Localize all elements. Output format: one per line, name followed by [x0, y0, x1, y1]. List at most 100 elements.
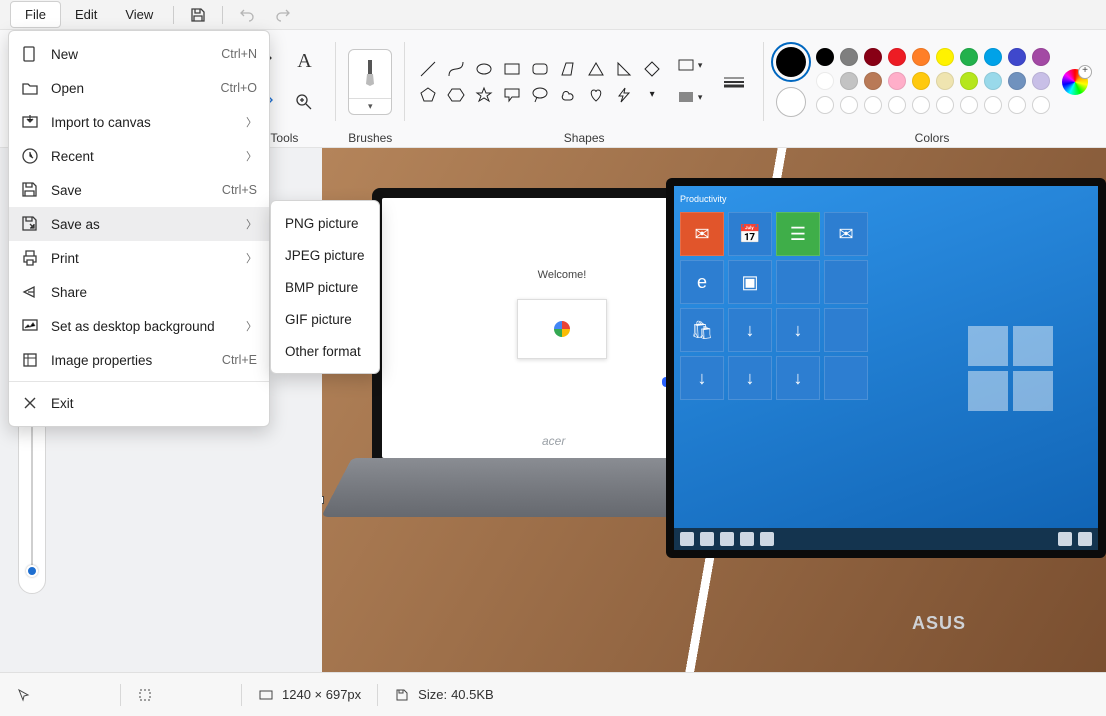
- color-swatch-empty[interactable]: [864, 96, 882, 114]
- color-swatch[interactable]: [984, 72, 1002, 90]
- shape-diamond[interactable]: [641, 58, 663, 80]
- shape-callout-rect[interactable]: [501, 84, 523, 106]
- color-swatch[interactable]: [816, 48, 834, 66]
- shape-right-triangle[interactable]: [613, 58, 635, 80]
- color-2-swatch[interactable]: [776, 87, 806, 117]
- shape-hexagon[interactable]: [445, 84, 467, 106]
- color-swatch-empty[interactable]: [912, 96, 930, 114]
- color-swatch[interactable]: [984, 48, 1002, 66]
- shape-star[interactable]: [473, 84, 495, 106]
- color-swatch[interactable]: [840, 72, 858, 90]
- menu-file[interactable]: File: [10, 1, 61, 28]
- redo-button[interactable]: [265, 2, 301, 28]
- color-swatch[interactable]: [816, 72, 834, 90]
- file-menu-item-save-as[interactable]: Save as〉: [9, 207, 269, 241]
- file-menu-item-new[interactable]: NewCtrl+N: [9, 37, 269, 71]
- magnifier-tool[interactable]: [285, 83, 323, 121]
- color-swatch[interactable]: [864, 72, 882, 90]
- shape-polygon[interactable]: [557, 58, 579, 80]
- color-swatch[interactable]: [960, 72, 978, 90]
- saveas-option-gif-picture[interactable]: GIF picture: [271, 303, 379, 335]
- color-swatch[interactable]: [1008, 72, 1026, 90]
- saveas-option-png-picture[interactable]: PNG picture: [271, 207, 379, 239]
- text-tool[interactable]: A: [285, 43, 323, 81]
- color-swatch-empty[interactable]: [936, 96, 954, 114]
- zoom-slider-knob[interactable]: [26, 565, 38, 577]
- saveas-option-bmp-picture[interactable]: BMP picture: [271, 271, 379, 303]
- file-menu-item-exit[interactable]: Exit: [9, 386, 269, 420]
- group-label-brushes: Brushes: [348, 127, 392, 147]
- shape-outline-dropdown[interactable]: ▾: [673, 53, 707, 79]
- menu-item-label: Open: [51, 81, 209, 96]
- shape-curve[interactable]: [445, 58, 467, 80]
- menu-item-label: Import to canvas: [51, 115, 234, 130]
- line-width-dropdown[interactable]: [717, 69, 751, 95]
- file-menu-item-import-to-canvas[interactable]: Import to canvas〉: [9, 105, 269, 139]
- saveas-option-other-format[interactable]: Other format: [271, 335, 379, 367]
- color-swatch[interactable]: [840, 48, 858, 66]
- color-swatch-empty[interactable]: [984, 96, 1002, 114]
- group-label-colors: Colors: [915, 127, 950, 147]
- file-menu-item-share[interactable]: Share: [9, 275, 269, 309]
- file-menu-item-image-properties[interactable]: Image propertiesCtrl+E: [9, 343, 269, 377]
- file-menu-item-open[interactable]: OpenCtrl+O: [9, 71, 269, 105]
- shape-oval[interactable]: [473, 58, 495, 80]
- edit-colors-button[interactable]: [1062, 69, 1088, 95]
- color-swatch[interactable]: [1032, 48, 1050, 66]
- brushes-dropdown[interactable]: ▾: [348, 49, 392, 115]
- file-menu-item-set-as-desktop-background[interactable]: Set as desktop background〉: [9, 309, 269, 343]
- color-swatch-empty[interactable]: [1008, 96, 1026, 114]
- shape-heart[interactable]: [585, 84, 607, 106]
- menu-item-accel: Ctrl+S: [222, 183, 257, 197]
- shape-rect[interactable]: [501, 58, 523, 80]
- undo-button[interactable]: [229, 2, 265, 28]
- canvas-dimensions: 1240 × 697px: [282, 687, 361, 702]
- shapes-more[interactable]: ▾: [641, 84, 663, 106]
- color-swatch[interactable]: [888, 72, 906, 90]
- save-icon: [190, 7, 206, 23]
- color-swatch-empty[interactable]: [960, 96, 978, 114]
- undo-icon: [239, 7, 255, 23]
- color-swatch-empty[interactable]: [1032, 96, 1050, 114]
- menu-item-label: Print: [51, 251, 234, 266]
- color-swatch[interactable]: [1008, 48, 1026, 66]
- color-1-swatch[interactable]: [776, 47, 806, 77]
- quick-save-button[interactable]: [180, 2, 216, 28]
- properties-icon: [21, 351, 39, 369]
- color-swatch[interactable]: [912, 72, 930, 90]
- color-swatch-empty[interactable]: [816, 96, 834, 114]
- shapes-gallery[interactable]: ▾: [417, 58, 663, 106]
- saveas-submenu: PNG pictureJPEG pictureBMP pictureGIF pi…: [270, 200, 380, 374]
- resize-handle[interactable]: [322, 496, 324, 504]
- color-swatch[interactable]: [912, 48, 930, 66]
- file-menu-item-recent[interactable]: Recent〉: [9, 139, 269, 173]
- color-swatch-empty[interactable]: [888, 96, 906, 114]
- color-swatch[interactable]: [864, 48, 882, 66]
- windows-logo-icon: [968, 326, 1058, 416]
- color-swatch[interactable]: [960, 48, 978, 66]
- saveas-option-jpeg-picture[interactable]: JPEG picture: [271, 239, 379, 271]
- cursor-pos-icon: [16, 687, 32, 703]
- text-icon: A: [297, 50, 311, 73]
- color-swatch[interactable]: [936, 48, 954, 66]
- menu-edit[interactable]: Edit: [61, 2, 111, 27]
- shape-line[interactable]: [417, 58, 439, 80]
- shape-roundrect[interactable]: [529, 58, 551, 80]
- separator: [173, 6, 174, 24]
- magnifier-icon: [294, 92, 314, 112]
- file-menu-item-print[interactable]: Print〉: [9, 241, 269, 275]
- color-swatch[interactable]: [888, 48, 906, 66]
- chevron-down-icon: ▾: [349, 98, 391, 114]
- shape-callout-oval[interactable]: [529, 84, 551, 106]
- menu-view[interactable]: View: [111, 2, 167, 27]
- color-swatch[interactable]: [1032, 72, 1050, 90]
- shape-lightning[interactable]: [613, 84, 635, 106]
- shape-pentagon[interactable]: [417, 84, 439, 106]
- shape-fill-dropdown[interactable]: ▾: [673, 85, 707, 111]
- shape-triangle[interactable]: [585, 58, 607, 80]
- color-swatch[interactable]: [936, 72, 954, 90]
- file-menu-item-save[interactable]: SaveCtrl+S: [9, 173, 269, 207]
- canvas-image[interactable]: Welcome! acer Productivity ✉📅☰✉ e▣: [322, 148, 1106, 672]
- shape-callout-cloud[interactable]: [557, 84, 579, 106]
- color-swatch-empty[interactable]: [840, 96, 858, 114]
